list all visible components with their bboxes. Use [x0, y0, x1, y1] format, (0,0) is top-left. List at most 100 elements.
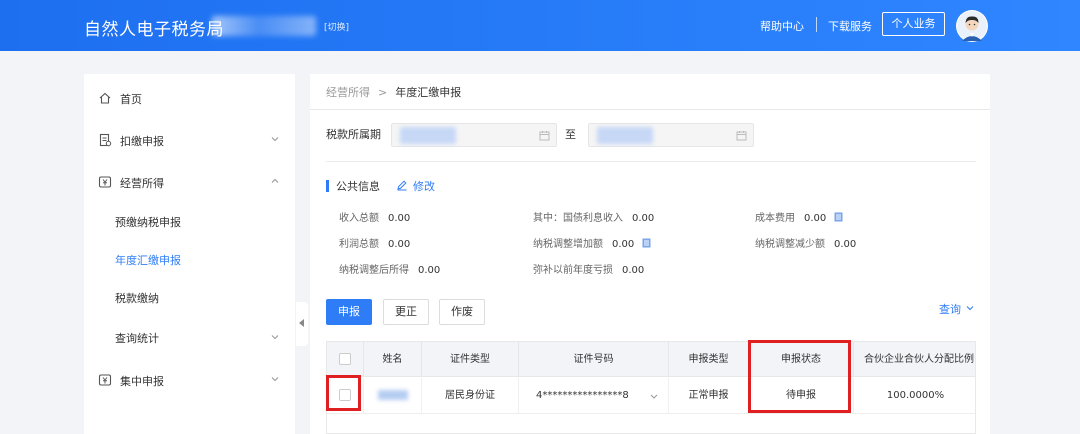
avatar[interactable]: [956, 10, 988, 42]
sidebar-item-prepaid-tax[interactable]: 预缴纳税申报: [84, 204, 295, 238]
edit-link[interactable]: 修改: [413, 178, 435, 194]
info-field-adjustment-decrease: 纳税调整减少额 0.00: [755, 235, 856, 250]
info-field-total-profit: 利润总额 0.00: [339, 235, 410, 250]
info-field-bond-interest: 其中：国债利息收入 0.00: [533, 209, 654, 224]
cell-id-type: 居民身份证: [422, 378, 519, 414]
sidebar-collapse-handle[interactable]: [296, 302, 308, 346]
chevron-down-icon[interactable]: [649, 391, 659, 401]
column-header-name: 姓名: [364, 342, 422, 377]
table-header: 姓名 证件类型 证件号码 申报类型 申报状态 合伙企业合伙人分配比例: [327, 342, 975, 377]
sidebar-subitem-label: 年度汇缴申报: [115, 254, 181, 267]
info-field-label: 其中：国债利息收入: [533, 213, 623, 224]
chevron-up-icon: [271, 178, 279, 183]
sidebar-subitem-label: 查询统计: [115, 332, 159, 345]
sidebar-item-label: 扣缴申报: [120, 135, 164, 148]
column-header-declare-type: 申报类型: [669, 342, 749, 377]
brand-title: 自然人电子税务局: [84, 20, 224, 40]
info-field-label: 纳税调整减少额: [755, 239, 825, 250]
breadcrumb-separator: >: [378, 86, 388, 99]
highlight-box-checkbox: [326, 375, 361, 411]
public-info-title: 公共信息: [336, 180, 380, 193]
id-number-value: 4****************8: [536, 390, 629, 401]
section-divider: [326, 161, 976, 162]
tax-icon: [98, 176, 112, 188]
query-toggle[interactable]: 查询: [939, 301, 961, 317]
section-title-bar: [326, 180, 329, 192]
main-panel: 经营所得 > 年度汇缴申报 税款所属期 至 公共信息 修改 收入总额 0.00 其中：…: [310, 74, 990, 434]
tax-period-label: 税款所属期: [326, 128, 381, 141]
info-field-value: 0.00: [834, 239, 857, 250]
info-field-prior-loss: 弥补以前年度亏损 0.00: [533, 261, 644, 276]
sidebar-item-tax-payment[interactable]: 税款缴纳: [84, 280, 295, 314]
download-service-link[interactable]: 下载服务: [828, 18, 872, 34]
highlight-box-status: [748, 340, 851, 413]
info-field-value: 0.00: [388, 239, 411, 250]
sidebar-item-withholding-declaration[interactable]: 扣缴申报: [84, 121, 295, 159]
declaration-table: 姓名 证件类型 证件号码 申报类型 申报状态 合伙企业合伙人分配比例 居民身份证…: [326, 341, 976, 434]
table-header-select: [327, 342, 364, 377]
info-field-value: 0.00: [388, 213, 411, 224]
column-header-partner-ratio: 合伙企业合伙人分配比例: [864, 354, 974, 365]
document-icon: [99, 133, 112, 147]
info-field-value: 0.00: [622, 265, 645, 276]
edit-icon[interactable]: [396, 179, 408, 191]
header-divider: [816, 17, 817, 32]
table-row[interactable]: 居民身份证 4****************8 正常申报 待申报 100.00…: [327, 378, 975, 414]
info-field-value: 0.00: [804, 213, 827, 224]
void-button[interactable]: 作废: [439, 299, 485, 325]
cell-declare-type: 正常申报: [669, 378, 749, 414]
sidebar-item-centralized-declaration[interactable]: 集中申报: [84, 361, 295, 399]
info-field-label: 成本费用: [755, 213, 795, 224]
cell-name[interactable]: [364, 378, 422, 414]
info-field-label: 利润总额: [339, 239, 379, 250]
info-field-total-income: 收入总额 0.00: [339, 209, 410, 224]
sidebar-subitem-label: 预缴纳税申报: [115, 216, 181, 229]
info-field-adjusted-income: 纳税调整后所得 0.00: [339, 261, 440, 276]
blurred-name: [377, 390, 408, 400]
correct-button[interactable]: 更正: [383, 299, 429, 325]
chevron-down-icon: [271, 137, 279, 142]
tax-icon: [98, 374, 112, 386]
calculator-icon[interactable]: [834, 212, 843, 222]
info-field-cost-expense: 成本费用 0.00: [755, 209, 843, 224]
help-center-link[interactable]: 帮助中心: [760, 18, 804, 34]
period-start-date-input[interactable]: [391, 123, 557, 147]
info-field-adjustment-increase: 纳税调整增加额 0.00: [533, 235, 651, 250]
breadcrumb-parent[interactable]: 经营所得: [326, 86, 370, 99]
sidebar-item-annual-settlement[interactable]: 年度汇缴申报: [84, 242, 295, 276]
chevron-down-icon: [271, 335, 279, 340]
sidebar-item-business-income[interactable]: 经营所得: [84, 163, 295, 201]
top-header: 自然人电子税务局 [切换] 帮助中心 下载服务 个人业务: [0, 0, 1080, 51]
info-field-label: 收入总额: [339, 213, 379, 224]
blurred-date-value: [597, 127, 653, 144]
column-header-id-type: 证件类型: [422, 342, 519, 377]
switch-link[interactable]: [切换]: [324, 20, 349, 33]
sidebar-item-label: 集中申报: [120, 375, 164, 388]
calculator-icon[interactable]: [642, 238, 651, 248]
info-field-value: 0.00: [612, 239, 635, 250]
declare-button[interactable]: 申报: [326, 299, 372, 325]
breadcrumb: 经营所得 > 年度汇缴申报: [326, 84, 461, 100]
chevron-left-icon: [299, 319, 304, 327]
chevron-down-icon: [271, 377, 279, 382]
info-field-value: 0.00: [632, 213, 655, 224]
sidebar-item-home[interactable]: 首页: [84, 79, 295, 117]
info-field-label: 纳税调整后所得: [339, 265, 409, 276]
chevron-down-icon[interactable]: [965, 303, 975, 313]
cell-id-number[interactable]: 4****************8: [519, 378, 669, 414]
sidebar: 首页 扣缴申报 经营所得 预缴纳税申报 年度汇缴申报 税款缴纳 查询统计 集中申…: [84, 74, 295, 434]
sidebar-item-label: 经营所得: [120, 177, 164, 190]
home-icon: [99, 92, 111, 104]
blurred-username: [212, 16, 316, 36]
period-end-date-input[interactable]: [588, 123, 754, 147]
breadcrumb-divider: [310, 109, 990, 110]
personal-business-button[interactable]: 个人业务: [882, 12, 945, 36]
info-field-label: 弥补以前年度亏损: [533, 265, 613, 276]
column-header-id-number: 证件号码: [519, 342, 669, 377]
sidebar-subitem-label: 税款缴纳: [115, 292, 159, 305]
select-all-checkbox[interactable]: [339, 353, 351, 365]
blurred-date-value: [400, 127, 456, 144]
date-range-to-label: 至: [565, 128, 576, 141]
sidebar-item-query-statistics[interactable]: 查询统计: [84, 320, 295, 354]
calendar-icon: [539, 131, 550, 141]
